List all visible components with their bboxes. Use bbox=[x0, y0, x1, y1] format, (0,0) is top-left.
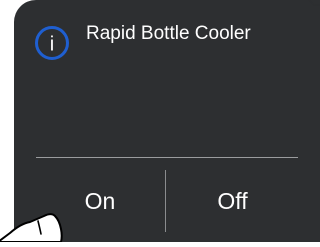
corner-line bbox=[308, 0, 320, 6]
info-glyph: i bbox=[50, 34, 54, 56]
off-button-label: Off bbox=[217, 187, 248, 214]
dialog-title: Rapid Bottle Cooler bbox=[86, 23, 251, 44]
on-button-label: On bbox=[84, 187, 116, 214]
button-divider bbox=[165, 170, 166, 232]
hand-pointer-icon bbox=[0, 202, 76, 243]
horizontal-divider bbox=[36, 157, 298, 158]
info-icon: i bbox=[34, 25, 70, 61]
off-button[interactable]: Off bbox=[167, 170, 298, 232]
